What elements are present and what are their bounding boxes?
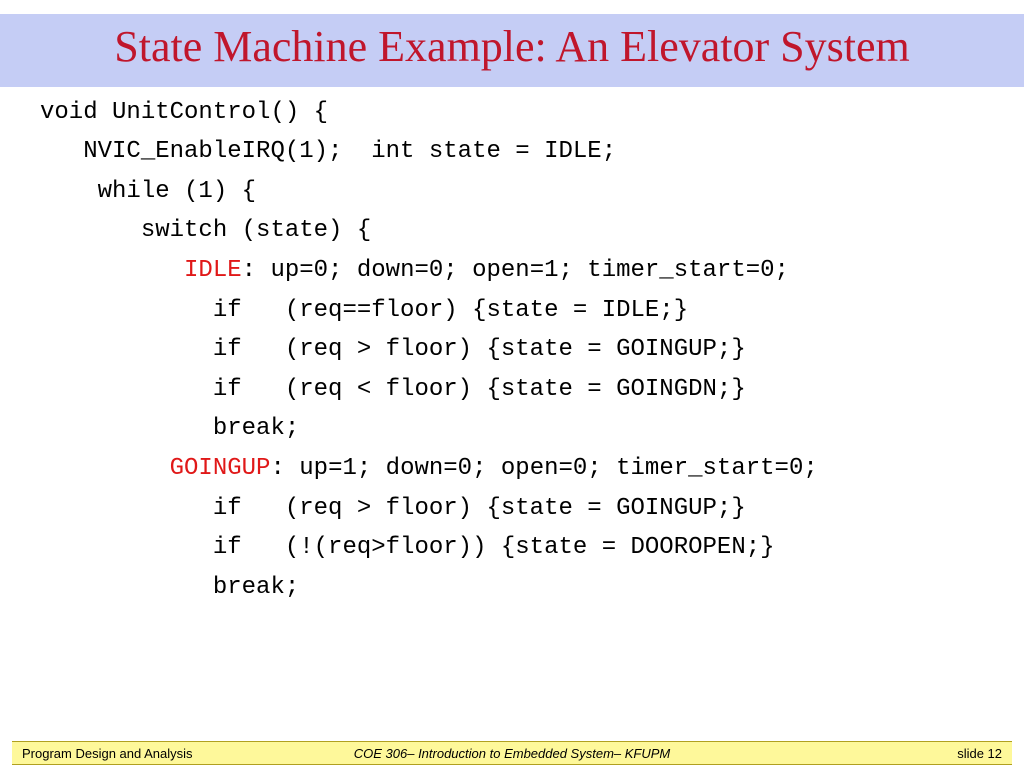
slide-title: State Machine Example: An Elevator Syste… [0, 22, 1024, 73]
footer-left: Program Design and Analysis [22, 746, 193, 761]
code-line: NVIC_EnableIRQ(1); int state = IDLE; [40, 138, 616, 165]
code-line: if (!(req>floor)) {state = DOOROPEN;} [40, 534, 775, 561]
code-line: while (1) { [40, 178, 256, 205]
footer: Program Design and Analysis COE 306– Int… [12, 741, 1012, 765]
footer-center: COE 306– Introduction to Embedded System… [354, 746, 671, 761]
code-line: void UnitControl() { [40, 99, 328, 126]
code-line: switch (state) { [40, 217, 371, 244]
code-line: break; [40, 574, 299, 601]
code-block: void UnitControl() { NVIC_EnableIRQ(1); … [0, 87, 1024, 608]
state-keyword-goingup: GOINGUP [170, 455, 271, 482]
code-line: break; [40, 415, 299, 442]
code-line: if (req > floor) {state = GOINGUP;} [40, 336, 746, 363]
code-line: if (req > floor) {state = GOINGUP;} [40, 495, 746, 522]
code-line: : up=1; down=0; open=0; timer_start=0; [270, 455, 817, 482]
code-line: if (req < floor) {state = GOINGDN;} [40, 376, 746, 403]
code-line: : up=0; down=0; open=1; timer_start=0; [242, 257, 789, 284]
state-keyword-idle: IDLE [184, 257, 242, 284]
code-indent [40, 455, 170, 482]
code-indent [40, 257, 184, 284]
footer-right: slide 12 [957, 746, 1002, 761]
title-bar: State Machine Example: An Elevator Syste… [0, 14, 1024, 87]
code-line: if (req==floor) {state = IDLE;} [40, 297, 688, 324]
